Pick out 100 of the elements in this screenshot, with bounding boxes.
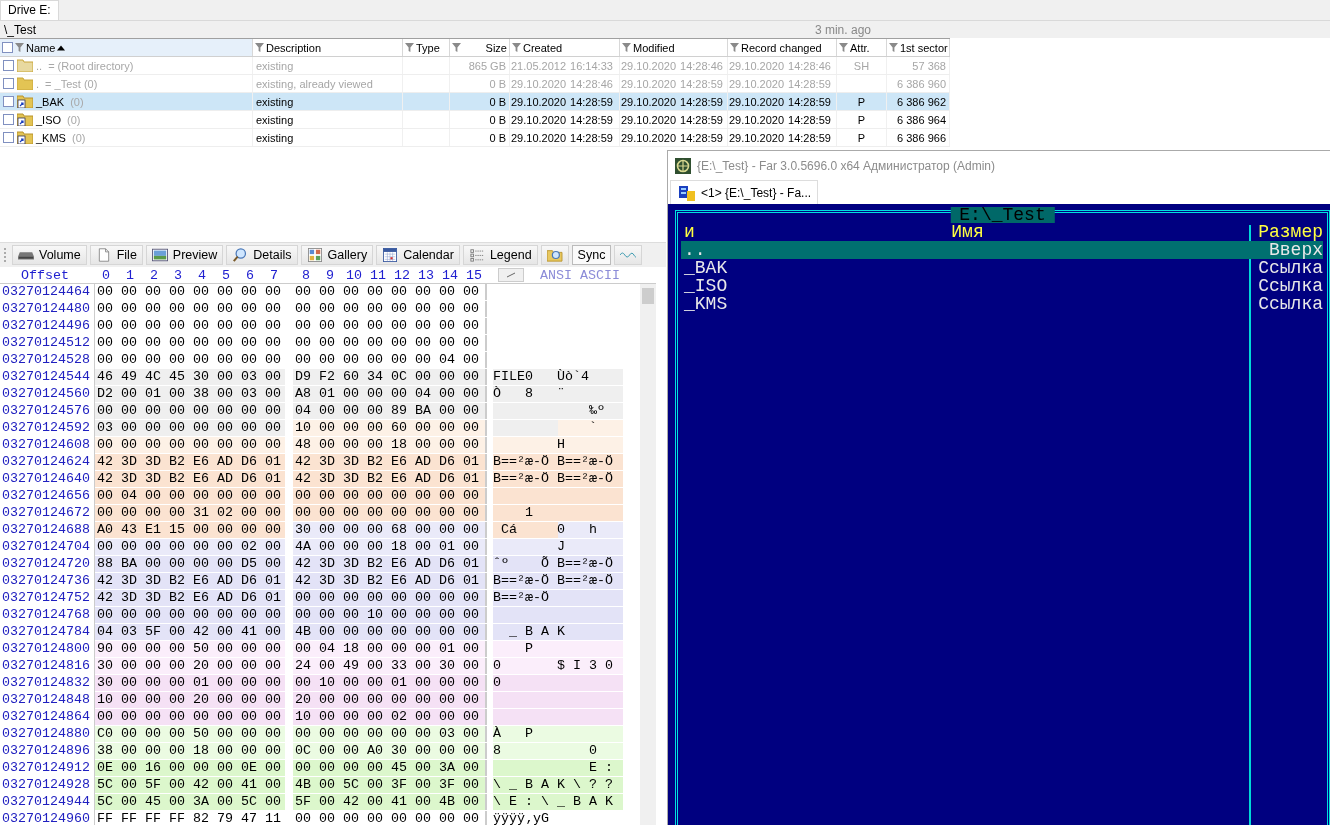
hex-bytes: 42 3D 3D B2 E6 AD D6 01 <box>95 590 285 606</box>
ascii-text: J <box>556 539 565 554</box>
table-cell: 6 386 966 <box>887 129 950 146</box>
edit-button[interactable] <box>498 268 524 282</box>
hex-bytes: 30 00 00 00 68 00 00 00 <box>293 522 487 538</box>
hex-bytes: 42 3D 3D B2 E6 AD D6 01 <box>95 471 285 487</box>
filter-icon[interactable] <box>452 42 461 53</box>
ascii-text: FILE0 Ùò`4 <box>493 369 589 384</box>
column-label: 1 <box>125 267 135 283</box>
checkbox[interactable] <box>3 114 14 125</box>
toolbar-button[interactable]: Sync <box>571 245 612 265</box>
toolbar-button[interactable]: File <box>89 245 143 265</box>
toolbar-button[interactable]: Volume <box>12 245 87 265</box>
column-header[interactable]: Name <box>0 39 253 56</box>
column-label: 10 <box>345 267 363 283</box>
time-text: 14:28:59 <box>788 131 831 144</box>
toolbar-button[interactable] <box>540 245 569 265</box>
date-text: 21.05.2012 <box>511 59 567 72</box>
ascii-text: P <box>524 641 533 656</box>
charset-label: ANSI ASCII <box>540 267 620 283</box>
filter-icon[interactable] <box>15 42 24 53</box>
hex-bytes: 42 3D 3D B2 E6 AD D6 01 <box>293 471 487 487</box>
panel-row[interactable]: _BAK Ссылка <box>681 259 1323 277</box>
checkbox[interactable] <box>3 132 14 143</box>
filter-icon[interactable] <box>622 42 631 53</box>
time-text: 14:28:46 <box>680 59 723 72</box>
time-text: 14:28:59 <box>788 95 831 108</box>
column-header[interactable]: Record changed <box>728 39 837 56</box>
hex-bytes: 04 00 00 00 89 BA 00 00 <box>293 403 487 419</box>
checkbox[interactable] <box>3 78 14 89</box>
time-text: 14:28:59 <box>570 131 613 144</box>
column-header[interactable]: Type <box>403 39 450 56</box>
folder-link-icon <box>17 95 33 108</box>
table-cell: 6 386 964 <box>887 111 950 128</box>
ascii-text: À P <box>493 726 533 741</box>
hex-bytes: 03 00 00 00 00 00 00 00 <box>95 420 285 436</box>
time-text: 14:28:59 <box>788 77 831 90</box>
magnifier-icon <box>232 248 249 262</box>
column-header[interactable]: Size <box>450 39 510 56</box>
column-header[interactable]: Created <box>510 39 620 56</box>
table-cell: existing <box>253 111 403 128</box>
column-header[interactable]: 1st sector <box>887 39 950 56</box>
hex-bytes: 00 00 00 00 31 02 00 00 <box>95 505 285 521</box>
ascii-text: \ _ B A K \ ? ? <box>493 777 613 792</box>
table-row[interactable]: _BAK (0) existing 0 B 29.10.2020 14:28:59 29.10.2020 14:28:59 29.10.2020 14:28:59 P 6 386 962 <box>0 93 950 111</box>
table-row[interactable]: _KMS (0) existing 0 B 29.10.2020 14:28:59 29.10.2020 14:28:59 29.10.2020 14:28:59 P 6 386 966 <box>0 129 950 147</box>
column-label: 14 <box>441 267 459 283</box>
file-type: Ссылка <box>1258 276 1323 296</box>
filter-icon[interactable] <box>730 42 739 53</box>
filter-icon[interactable] <box>512 42 521 53</box>
tab[interactable]: <1> {E:\_Test} - Fa... <box>670 180 819 204</box>
tab[interactable]: Drive E: <box>0 0 59 20</box>
hex-bytes: 00 04 18 00 00 00 01 00 <box>293 641 487 657</box>
hex-bytes: 00 00 00 00 00 00 02 00 <box>95 539 285 555</box>
toolbar-button[interactable]: Preview <box>145 245 224 265</box>
table-cell: 6 386 962 <box>887 93 950 110</box>
file-name: _KMS <box>36 131 66 144</box>
window-title: {E:\_Test} - Far 3.0.5696.0 x64 Администратор (Admin) <box>697 158 996 173</box>
column-label: 11 <box>369 267 387 283</box>
panel-row[interactable]: _KMS Ссылка <box>681 295 1323 313</box>
toolbar-button[interactable]: Details <box>226 245 298 265</box>
panel-row[interactable]: _ISO Ссылка <box>681 277 1323 295</box>
hex-bytes: 24 00 49 00 33 00 30 00 <box>293 658 487 674</box>
hex-bytes: 00 00 00 00 00 00 00 00 <box>293 505 487 521</box>
path-label: \_Test <box>4 22 36 37</box>
hex-bytes: 88 BA 00 00 00 00 D5 00 <box>95 556 285 572</box>
toolbar-button[interactable] <box>614 245 643 265</box>
panel-title: E:\_Test <box>950 207 1055 223</box>
column-header[interactable]: Description <box>253 39 403 56</box>
filter-icon[interactable] <box>405 42 414 53</box>
ascii-text: Cá 0 h <box>500 522 597 537</box>
filter-icon[interactable] <box>255 42 264 53</box>
time-text: 14:28:59 <box>680 77 723 90</box>
folder-link-icon <box>17 113 33 126</box>
panel-row[interactable]: .. Вверх <box>681 241 1323 259</box>
toolbar-button[interactable]: Legend <box>462 245 538 265</box>
filter-icon[interactable] <box>839 42 848 53</box>
scrollbar[interactable] <box>640 284 656 825</box>
hex-bytes: A8 01 00 00 00 04 00 00 <box>293 386 487 402</box>
file-note: (0) <box>70 95 84 108</box>
column-header[interactable]: Modified <box>620 39 728 56</box>
date-text: 29.10.2020 <box>511 113 567 126</box>
date-text: 29.10.2020 <box>621 95 677 108</box>
filter-icon[interactable] <box>889 42 898 53</box>
checkbox[interactable] <box>3 60 14 71</box>
date-text: 29.10.2020 <box>621 131 677 144</box>
time-text: 14:28:59 <box>680 95 723 108</box>
hex-bytes: 5C 00 5F 00 42 00 41 00 <box>95 777 285 793</box>
checkbox[interactable] <box>3 96 14 107</box>
ascii-text: ÿÿÿÿ‚yG <box>493 811 549 825</box>
column-label: 2 <box>149 267 159 283</box>
checkbox[interactable] <box>2 42 13 53</box>
toolbar-button[interactable]: Gallery <box>300 245 374 265</box>
toolbar-button[interactable]: Calendar <box>376 245 460 265</box>
table-row[interactable]: _ISO (0) existing 0 B 29.10.2020 14:28:59 29.10.2020 14:28:59 29.10.2020 14:28:59 P 6 386 964 <box>0 111 950 129</box>
column-header[interactable]: Attr. <box>837 39 887 56</box>
table-cell: existing, already viewed <box>253 75 403 92</box>
hex-bytes: 4A 00 00 00 18 00 01 00 <box>293 539 487 555</box>
time-text: 14:28:59 <box>570 113 613 126</box>
hex-bytes: D2 00 01 00 38 00 03 00 <box>95 386 285 402</box>
